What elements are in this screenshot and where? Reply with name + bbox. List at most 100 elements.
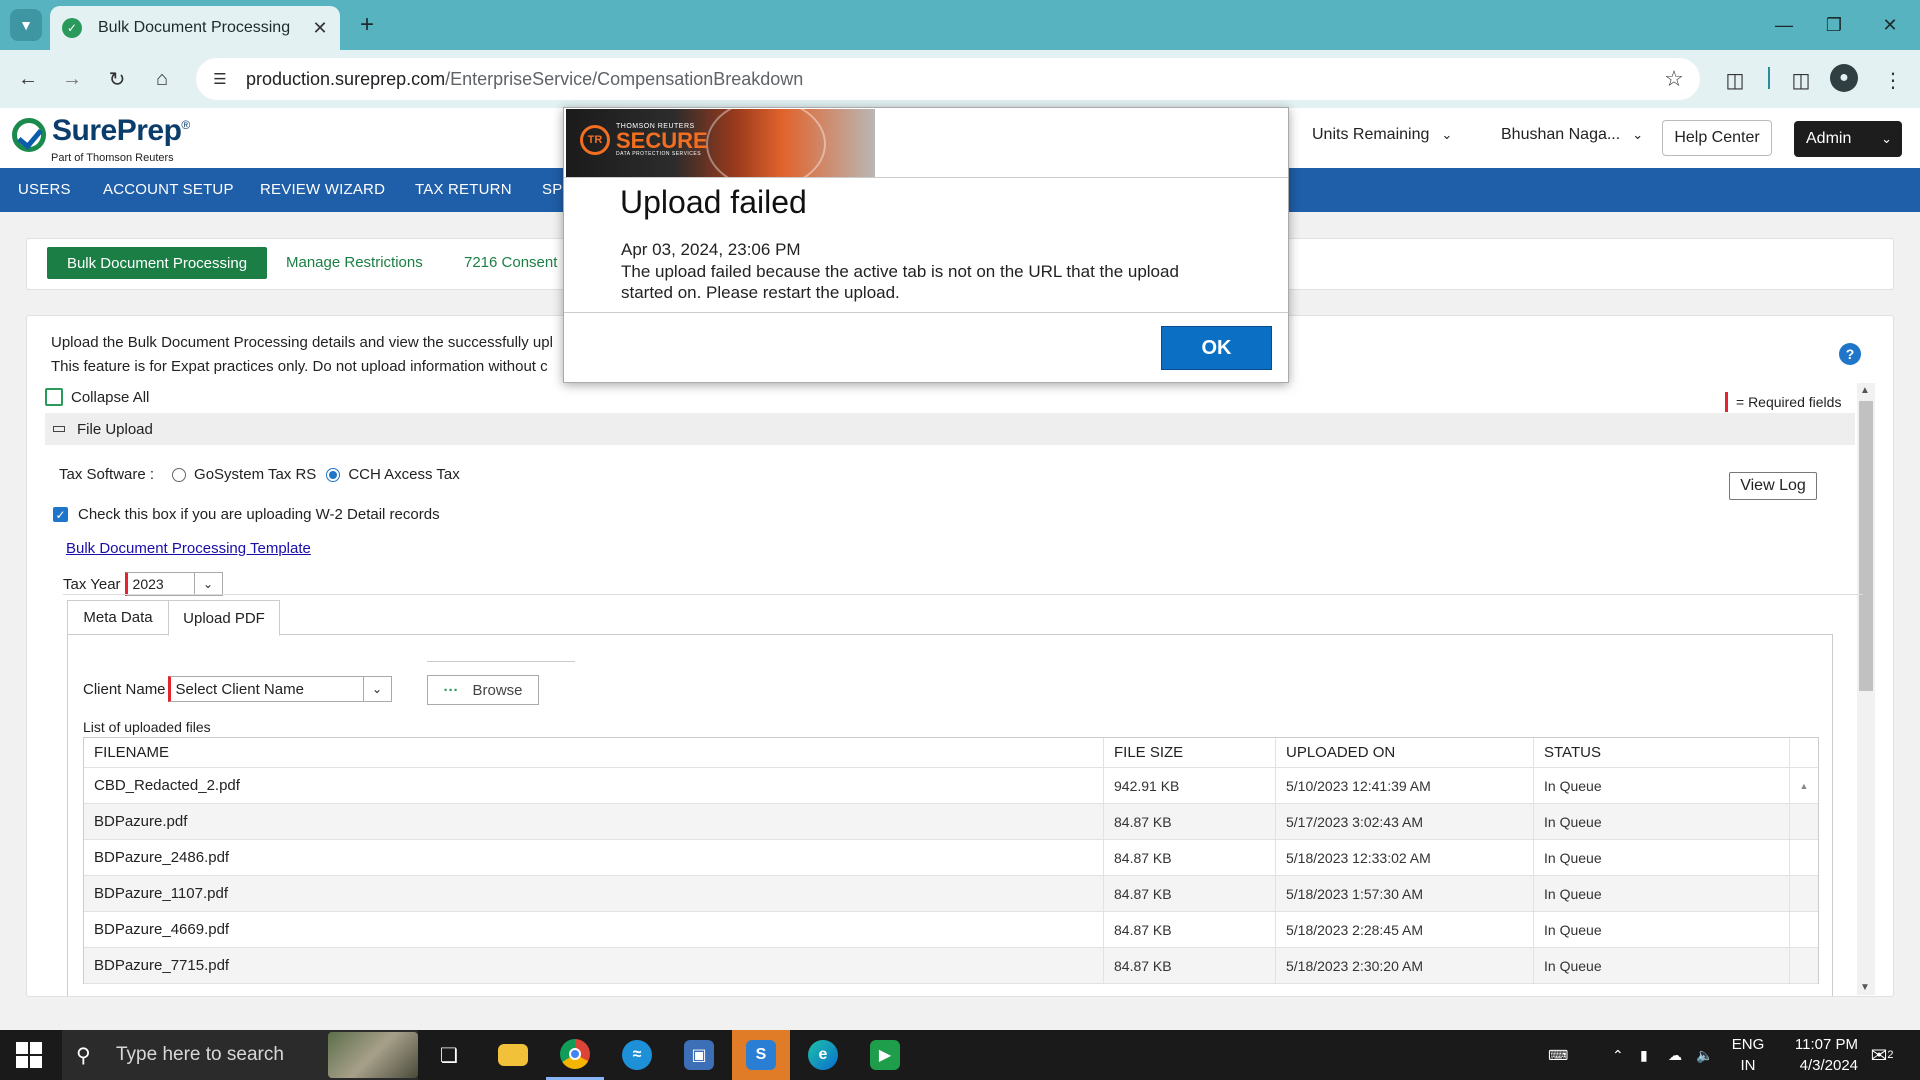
col-uploaded-on[interactable]: UPLOADED ON (1276, 738, 1534, 767)
scroll-down-icon[interactable]: ▼ (1860, 982, 1870, 993)
units-remaining-dropdown[interactable]: Units Remaining ⌄ (1312, 126, 1452, 144)
windows-start-icon[interactable] (16, 1042, 42, 1068)
chrome-icon[interactable] (546, 1030, 604, 1080)
gosystem-label[interactable]: GoSystem Tax RS (194, 466, 316, 483)
help-center-button[interactable]: Help Center (1662, 120, 1772, 156)
network-computer-icon[interactable]: ▣ (670, 1030, 728, 1080)
language-indicator[interactable]: ENG IN (1726, 1034, 1770, 1076)
onedrive-cloud-icon[interactable]: ☁ (1668, 1030, 1682, 1080)
subnav-bulk-document-processing[interactable]: Bulk Document Processing (47, 247, 267, 279)
notification-center-icon[interactable]: ✉ 2 (1862, 1040, 1902, 1070)
bulk-template-link[interactable]: Bulk Document Processing Template (66, 540, 311, 557)
client-name-select[interactable]: Select Client Name ⌄ (167, 676, 392, 702)
side-panel-icon[interactable]: ◫ (1784, 63, 1818, 97)
client-name-row: Client Name Select Client Name ⌄ (83, 676, 392, 702)
tax-year-label: Tax Year (63, 575, 121, 593)
onedrive-sync-icon[interactable]: ≈ (608, 1030, 666, 1080)
cell-filename: BDPazure.pdf (84, 804, 1104, 839)
cell-filename: BDPazure_4669.pdf (84, 912, 1104, 947)
col-status[interactable]: STATUS (1534, 738, 1790, 767)
url-path: /EnterpriseService/CompensationBreakdown (445, 68, 804, 89)
cch-axcess-label[interactable]: CCH Axcess Tax (348, 466, 459, 483)
table-row[interactable]: BDPazure_7715.pdf 84.87 KB 5/18/2023 2:3… (84, 948, 1818, 984)
admin-dropdown-button[interactable]: Admin ⌄ (1794, 121, 1902, 157)
scrollbar-thumb[interactable] (1859, 401, 1873, 691)
site-info-icon[interactable]: ☰ (204, 63, 236, 95)
grid-scroll-track (1790, 876, 1818, 911)
chevron-down-icon[interactable]: ⌄ (362, 677, 391, 701)
browse-button[interactable]: ··· Browse (427, 675, 539, 705)
section-title: File Upload (77, 420, 153, 438)
w2-detail-checkbox-row[interactable]: ✓ Check this box if you are uploading W-… (53, 506, 440, 523)
col-filename[interactable]: FILENAME (84, 738, 1104, 767)
tab-upload-pdf[interactable]: Upload PDF (168, 600, 280, 636)
panel-scrollbar[interactable]: ▲ ▼ (1857, 383, 1875, 995)
browser-toolbar: ← → ↻ ⌂ ☰ production.sureprep.com/Enterp… (0, 50, 1920, 108)
tax-software-group: Tax Software : GoSystem Tax RS CCH Axces… (59, 466, 460, 483)
keyboard-layout-icon[interactable]: ⌨ (1548, 1030, 1568, 1080)
home-icon[interactable]: ⌂ (146, 63, 178, 95)
collapse-all-button[interactable]: Collapse All (45, 388, 149, 406)
chevron-down-icon: ⌄ (1881, 131, 1892, 146)
nav-item-tax-return[interactable]: TAX RETURN (415, 181, 512, 198)
table-row[interactable]: CBD_Redacted_2.pdf 942.91 KB 5/10/2023 1… (84, 768, 1818, 804)
extensions-icon[interactable]: ◫ (1718, 63, 1752, 97)
reload-icon[interactable]: ↻ (101, 63, 133, 95)
menu-kebab-icon[interactable]: ⋮ (1876, 63, 1910, 97)
gosystem-radio[interactable] (172, 467, 187, 482)
col-file-size[interactable]: FILE SIZE (1104, 738, 1276, 767)
table-row[interactable]: BDPazure_4669.pdf 84.87 KB 5/18/2023 2:2… (84, 912, 1818, 948)
tr-badge-icon: TR (580, 125, 610, 155)
address-bar[interactable]: ☰ production.sureprep.com/EnterpriseServ… (196, 58, 1700, 100)
forward-icon[interactable]: → (56, 63, 88, 95)
ok-button[interactable]: OK (1161, 326, 1272, 370)
logo-text: SurePrep (52, 114, 182, 147)
nav-item-users[interactable]: USERS (18, 181, 71, 198)
show-hidden-icons-icon[interactable]: ⌃ (1612, 1030, 1624, 1080)
w2-detail-checkbox[interactable]: ✓ (53, 507, 68, 522)
file-explorer-icon[interactable] (484, 1030, 542, 1080)
sureprep-app-icon[interactable]: S (732, 1030, 790, 1080)
search-highlight-image[interactable] (328, 1032, 418, 1078)
tab-search-icon[interactable]: ▼ (10, 9, 42, 41)
grid-scroll-up-icon[interactable]: ▲ (1790, 768, 1818, 803)
help-question-icon[interactable]: ? (1839, 343, 1861, 365)
chevron-down-icon: ⌄ (1441, 127, 1453, 142)
url-text[interactable]: production.sureprep.com/EnterpriseServic… (246, 69, 1658, 90)
taskbar-clock[interactable]: 11:07 PM 4/3/2024 (1768, 1034, 1858, 1076)
file-upload-section-header[interactable]: File Upload (45, 413, 1855, 445)
tax-year-select[interactable]: 2023 ⌄ (124, 572, 223, 596)
browser-tab[interactable]: ✓ Bulk Document Processing ✕ (50, 6, 340, 50)
chevron-down-icon[interactable]: ⌄ (193, 573, 222, 595)
subnav-7216-consent[interactable]: 7216 Consent (464, 254, 557, 271)
view-log-button[interactable]: View Log (1729, 472, 1817, 500)
close-tab-icon[interactable]: ✕ (308, 16, 332, 40)
media-player-icon[interactable]: ▶ (856, 1030, 914, 1080)
minimize-icon[interactable]: — (1760, 8, 1808, 42)
collapse-minus-icon[interactable] (53, 426, 65, 432)
tab-meta-data[interactable]: Meta Data (67, 600, 169, 635)
nav-item-account-setup[interactable]: ACCOUNT SETUP (103, 181, 234, 198)
user-menu-dropdown[interactable]: Bhushan Naga... ⌄ (1501, 126, 1643, 144)
bookmark-star-icon[interactable]: ☆ (1658, 63, 1690, 95)
table-row[interactable]: BDPazure_2486.pdf 84.87 KB 5/18/2023 12:… (84, 840, 1818, 876)
edge-icon[interactable]: e (794, 1030, 852, 1080)
profile-avatar-icon[interactable]: ● (1830, 64, 1858, 92)
nav-item-review-wizard[interactable]: REVIEW WIZARD (260, 181, 385, 198)
table-row[interactable]: BDPazure_1107.pdf 84.87 KB 5/18/2023 1:5… (84, 876, 1818, 912)
table-row[interactable]: BDPazure.pdf 84.87 KB 5/17/2023 3:02:43 … (84, 804, 1818, 840)
new-tab-icon[interactable]: + (352, 10, 382, 40)
window-close-icon[interactable]: ✕ (1866, 8, 1914, 42)
task-view-icon[interactable]: ❏ (420, 1030, 478, 1080)
back-icon[interactable]: ← (12, 63, 44, 95)
restore-icon[interactable]: ❐ (1810, 8, 1858, 42)
battery-icon[interactable]: ▮ (1640, 1030, 1648, 1080)
cch-axcess-radio[interactable] (326, 467, 341, 482)
taskbar-search[interactable]: ⚲ Type here to search (62, 1030, 418, 1080)
subnav-manage-restrictions[interactable]: Manage Restrictions (286, 254, 423, 271)
scroll-up-icon[interactable]: ▲ (1860, 385, 1870, 396)
volume-icon[interactable]: 🔈 (1696, 1030, 1713, 1080)
clock-date: 4/3/2024 (1799, 1057, 1858, 1074)
tr-secure-banner: TR THOMSON REUTERS SECURE DATA PROTECTIO… (566, 109, 875, 177)
sureprep-logo[interactable]: SurePrep® Part of Thomson Reuters (12, 114, 212, 166)
